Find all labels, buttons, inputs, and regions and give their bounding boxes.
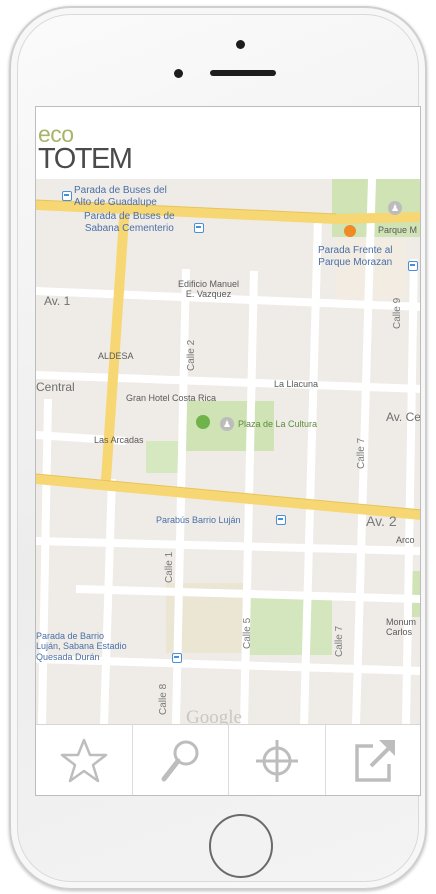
label-parabus: Parabús Barrio Luján xyxy=(156,515,241,525)
crosshair-icon xyxy=(255,740,298,782)
poi-green-marker[interactable] xyxy=(196,415,210,429)
star-icon xyxy=(60,738,107,783)
share-button[interactable] xyxy=(326,725,421,795)
label-calle-9: Calle 9 xyxy=(392,297,403,329)
label-calle-7-lower: Calle 7 xyxy=(334,625,345,657)
label-bus-stop-guadalupe: Parada de Buses del Alto de Guadalupe xyxy=(74,185,167,208)
label-calle-1: Calle 1 xyxy=(164,551,175,583)
label-av-2: Av. 2 xyxy=(366,513,397,529)
bus-stop-icon[interactable] xyxy=(194,223,204,233)
label-calle-8: Calle 8 xyxy=(158,683,169,715)
plaza-icon[interactable]: ♟ xyxy=(220,417,234,431)
poi-orange-marker[interactable] xyxy=(344,225,356,237)
bottom-toolbar xyxy=(36,724,421,795)
label-arco: Arco xyxy=(396,535,415,545)
google-watermark: Google xyxy=(186,707,242,724)
proximity-sensor xyxy=(174,69,183,78)
label-central: Central xyxy=(36,380,75,394)
label-la-llacuna: La Llacuna xyxy=(274,379,319,389)
label-las-arcadas: Las Arcadas xyxy=(94,435,144,445)
label-gran-hotel: Gran Hotel Costa Rica xyxy=(126,393,217,403)
bus-stop-icon[interactable] xyxy=(172,653,182,663)
logo-totem: TOTEM xyxy=(38,143,133,175)
bus-stop-icon[interactable] xyxy=(62,191,72,201)
favorites-button[interactable] xyxy=(36,725,133,795)
label-av-central-right: Av. Ce xyxy=(386,410,421,424)
label-calle-2: Calle 2 xyxy=(186,339,197,371)
map-view[interactable]: Parada de Buses del Alto de Guadalupe Pa… xyxy=(36,179,421,724)
locate-button[interactable] xyxy=(229,725,326,795)
bus-stop-icon[interactable] xyxy=(408,261,418,271)
label-monumento: Monum Carlos xyxy=(386,617,417,638)
bus-stop-icon[interactable] xyxy=(276,515,286,525)
page: eco TOTEM Parada de Buses del Alto de Gu… xyxy=(0,0,436,894)
earpiece-speaker xyxy=(210,70,276,76)
label-parada-frente-parque: Parada Frente al Parque Morazan xyxy=(318,245,393,268)
label-bus-stop-sabana: Parada de Buses de Sabana Cementerio xyxy=(84,211,175,234)
magnifier-icon xyxy=(161,740,199,782)
external-link-icon xyxy=(355,740,395,782)
label-aldesa: ALDESA xyxy=(98,351,134,361)
label-calle-5: Calle 5 xyxy=(242,617,253,649)
search-button[interactable] xyxy=(133,725,229,795)
label-parada-barrio: Parada de Barrio Luján, Sabana Estadio Q… xyxy=(36,631,127,662)
home-button[interactable] xyxy=(209,814,273,878)
label-edificio-manuel: Edificio Manuel E. Vazquez xyxy=(178,279,240,300)
label-plaza-cultura: Plaza de La Cultura xyxy=(238,419,318,429)
app-screen: eco TOTEM Parada de Buses del Alto de Gu… xyxy=(35,106,421,796)
park-icon[interactable]: ♟ xyxy=(388,201,402,215)
label-calle-7-upper: Calle 7 xyxy=(356,437,367,469)
label-av-1: Av. 1 xyxy=(44,294,71,308)
label-parque-m: Parque M xyxy=(378,225,418,235)
app-header: eco TOTEM xyxy=(36,107,420,179)
front-camera xyxy=(236,40,245,49)
